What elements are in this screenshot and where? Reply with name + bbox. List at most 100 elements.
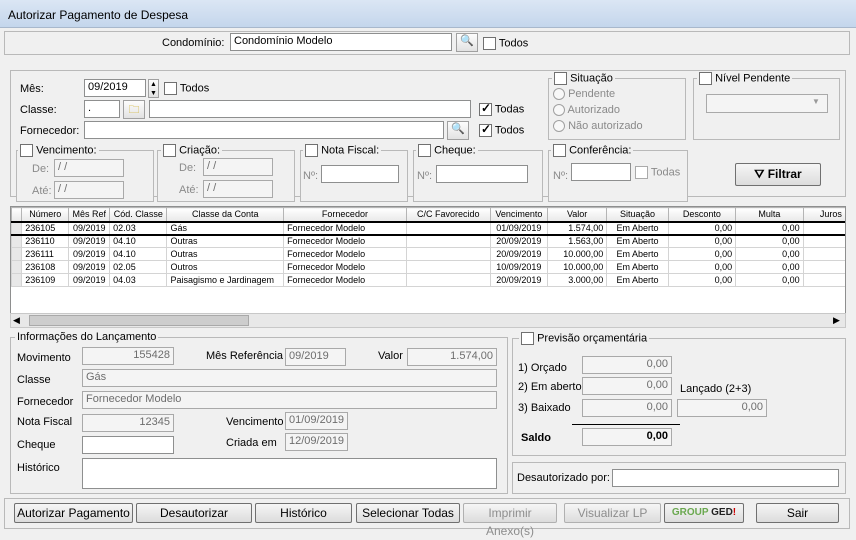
mes-field[interactable]: 09/2019 <box>84 79 146 97</box>
cheque-field[interactable] <box>436 165 528 183</box>
scroll-right-icon[interactable]: ▶ <box>833 315 840 326</box>
criada-field[interactable]: 12/09/2019 <box>285 433 348 451</box>
desautorizado-field[interactable] <box>612 469 839 487</box>
nao-autorizado-radio[interactable]: Não autorizado <box>553 120 643 133</box>
column-header[interactable]: Desconto <box>667 207 737 222</box>
classe-todas-checkbox[interactable]: Todas <box>479 101 524 116</box>
column-header[interactable]: Vencimento <box>489 207 548 222</box>
historico-field[interactable] <box>82 458 497 489</box>
table-row[interactable]: 236110 09/2019 04.10 Outras Fornecedor Model… <box>11 234 845 248</box>
checkbox-icon[interactable] <box>521 332 534 345</box>
checkbox-icon[interactable] <box>554 72 567 85</box>
folder-icon[interactable]: 🗀 <box>123 100 145 119</box>
radio-icon[interactable] <box>553 104 565 117</box>
checkbox-icon[interactable] <box>553 144 566 157</box>
previsao-checkbox[interactable]: Previsão orçamentária <box>519 332 650 345</box>
criacao-ate-field[interactable]: / / <box>203 180 273 198</box>
conferencia-field[interactable] <box>571 163 631 181</box>
conferencia-todas-checkbox[interactable]: Todas <box>635 166 680 179</box>
nota-field[interactable] <box>321 165 399 183</box>
nota-info-field[interactable]: 12345 <box>82 414 174 432</box>
row-indicator[interactable] <box>11 247 23 261</box>
checkbox-checked-icon[interactable] <box>479 101 492 116</box>
fornecedor-field[interactable] <box>84 121 444 139</box>
horizontal-scrollbar[interactable]: ◀ ▶ <box>10 313 846 328</box>
checkbox-icon[interactable] <box>418 144 431 157</box>
condominio-todos-checkbox[interactable]: Todos <box>483 37 528 50</box>
checkbox-icon[interactable] <box>164 82 177 95</box>
checkbox-checked-icon[interactable] <box>479 122 492 137</box>
vencimento-ate-field[interactable]: / / <box>54 181 124 199</box>
conferencia-checkbox[interactable]: Conferência: <box>551 144 634 157</box>
nota-checkbox[interactable]: Nota Fiscal: <box>303 144 382 157</box>
table-row[interactable]: 236105 09/2019 02.03 Gás Fornecedor Modelo 01… <box>11 220 845 236</box>
criacao-checkbox[interactable]: Criação: <box>161 144 223 157</box>
checkbox-icon[interactable] <box>163 144 176 157</box>
checkbox-icon[interactable] <box>483 37 496 50</box>
orcado-field[interactable]: 0,00 <box>582 356 672 374</box>
table-row[interactable]: 236111 09/2019 04.10 Outras Fornecedor Model… <box>11 247 845 261</box>
binoculars-icon[interactable]: 🔍 <box>456 33 478 52</box>
vencimento-checkbox[interactable]: Vencimento: <box>18 144 99 157</box>
column-header[interactable]: Cód. Classe <box>109 207 168 222</box>
cheque-checkbox[interactable]: Cheque: <box>416 144 478 157</box>
row-indicator[interactable] <box>11 260 23 274</box>
cheque-info-field[interactable] <box>82 436 174 454</box>
table-row[interactable]: 236108 09/2019 02.05 Outros Fornecedor Model… <box>11 260 845 274</box>
movimento-field[interactable]: 155428 <box>82 347 174 365</box>
aberto-field[interactable]: 0,00 <box>582 377 672 395</box>
lancamentos-grid[interactable]: Número Mês Ref Cód. Classe Classe da Con… <box>10 206 846 328</box>
checkbox-icon[interactable] <box>305 144 318 157</box>
autorizado-radio[interactable]: Autorizado <box>553 104 620 117</box>
fornecedor-info-field[interactable]: Fornecedor Modelo <box>82 391 497 409</box>
column-header[interactable]: C/C Favorecido <box>405 207 491 222</box>
saldo-field[interactable]: 0,00 <box>582 428 672 446</box>
table-row[interactable]: 236109 09/2019 04.03 Paisagismo e Jardinage… <box>11 273 845 287</box>
desautorizar-button[interactable]: Desautorizar <box>136 503 252 523</box>
radio-icon[interactable] <box>553 88 565 101</box>
row-indicator[interactable] <box>11 234 23 248</box>
mes-spinner-icon[interactable]: ▲ ▼ <box>148 79 159 98</box>
column-header[interactable]: Juros <box>802 207 845 222</box>
checkbox-icon[interactable] <box>635 166 648 179</box>
vencimento-de-field[interactable]: / / <box>54 159 124 177</box>
binoculars-icon[interactable]: 🔍 <box>447 121 469 140</box>
column-header[interactable]: Multa <box>735 207 804 222</box>
column-header[interactable]: Classe da Conta <box>166 207 285 222</box>
column-header[interactable]: Mês Ref <box>68 207 111 222</box>
baixado-field[interactable]: 0,00 <box>582 399 672 417</box>
autorizar-button[interactable]: Autorizar Pagamento <box>14 503 133 523</box>
classe-code-field[interactable]: . <box>84 100 120 118</box>
pendente-radio[interactable]: Pendente <box>553 88 615 101</box>
radio-icon[interactable] <box>553 120 565 133</box>
vencimento-info-field[interactable]: 01/09/2019 <box>285 412 348 430</box>
column-header[interactable]: Número <box>21 207 70 222</box>
nivel-checkbox[interactable]: Nível Pendente <box>697 72 793 85</box>
valor-field[interactable]: 1.574,00 <box>407 348 497 366</box>
group-ged-button[interactable]: GROUP GED! <box>664 503 744 523</box>
visualizar-lp-button[interactable]: Visualizar LP <box>564 503 661 523</box>
checkbox-icon[interactable] <box>699 72 712 85</box>
selecionar-todas-button[interactable]: Selecionar Todas <box>356 503 460 523</box>
column-header[interactable]: Situação <box>606 207 669 222</box>
scroll-left-icon[interactable]: ◀ <box>13 315 20 326</box>
classe-info-field[interactable]: Gás <box>82 369 497 387</box>
mesref-field[interactable]: 09/2019 <box>285 348 346 366</box>
lancado-field[interactable]: 0,00 <box>677 399 767 417</box>
row-indicator[interactable] <box>11 273 23 287</box>
situacao-checkbox[interactable]: Situação <box>552 72 615 85</box>
scrollbar-thumb[interactable] <box>29 315 249 326</box>
condominio-field[interactable]: Condomínio Modelo <box>230 33 452 51</box>
criacao-de-field[interactable]: / / <box>203 158 273 176</box>
mes-todos-checkbox[interactable]: Todos <box>164 82 209 95</box>
sair-button[interactable]: Sair <box>756 503 839 523</box>
checkbox-icon[interactable] <box>20 144 33 157</box>
historico-button[interactable]: Histórico <box>255 503 352 523</box>
filtrar-button[interactable]: ⛛ Filtrar <box>735 163 821 186</box>
classe-name-field[interactable] <box>149 100 471 118</box>
column-header[interactable]: Fornecedor <box>283 207 407 222</box>
column-header[interactable]: Valor <box>546 207 608 222</box>
nivel-select[interactable] <box>706 94 828 113</box>
row-indicator[interactable] <box>11 220 23 236</box>
fornecedor-todos-checkbox[interactable]: Todos <box>479 122 524 137</box>
